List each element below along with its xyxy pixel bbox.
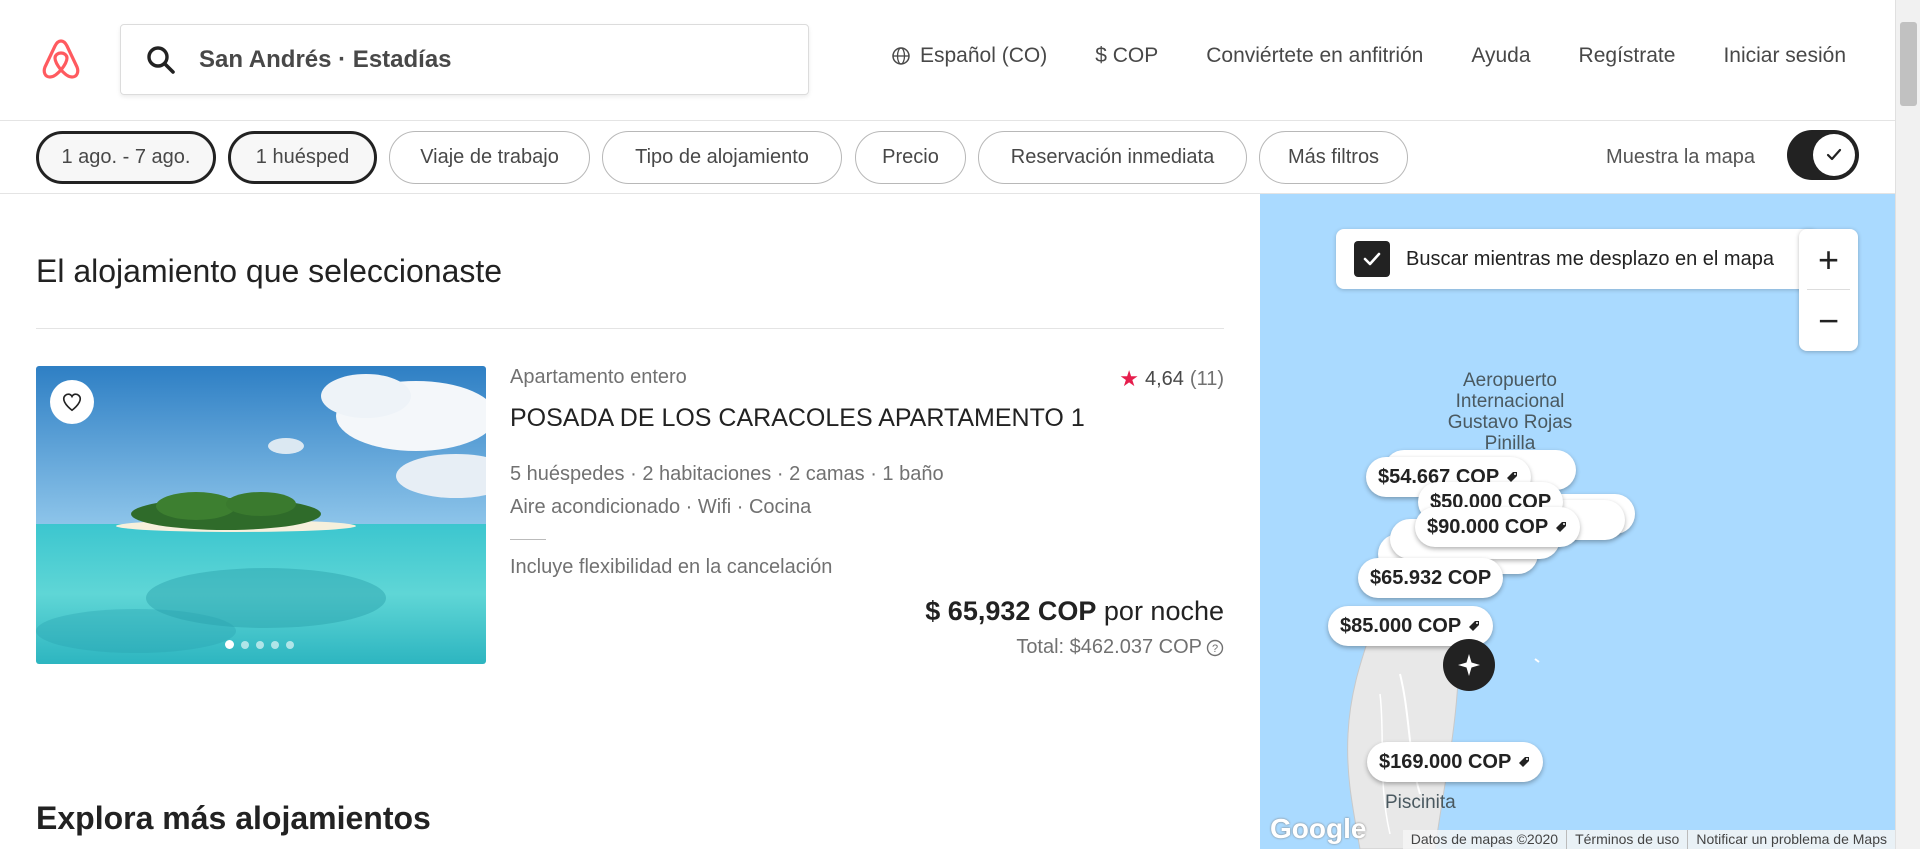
check-icon	[1363, 252, 1381, 266]
filter-price[interactable]: Precio	[855, 131, 966, 184]
tag-icon	[1469, 621, 1480, 631]
map-attribution: Datos de mapas ©2020 Términos de uso Not…	[1402, 830, 1895, 849]
review-count: (11)	[1189, 367, 1224, 390]
photo-dots	[225, 640, 294, 649]
filter-instant-booking[interactable]: Reservación inmediata	[978, 131, 1247, 184]
pin-price: $65.932 COP	[1370, 566, 1492, 589]
listing-panel: El alojamiento que seleccionaste Apartam…	[0, 194, 1260, 849]
zoom-in-button[interactable]: +	[1799, 229, 1858, 290]
airport-label: Aeropuerto Internacional Gustavo Rojas P…	[1447, 370, 1573, 454]
listing-flexibility: Incluye flexibilidad en la cancelación	[510, 556, 833, 578]
pin-price: $85.000 COP	[1340, 614, 1462, 637]
map-terms-link[interactable]: Términos de uso	[1566, 830, 1687, 849]
map-report-link[interactable]: Notificar un problema de Maps	[1687, 830, 1895, 849]
search-while-moving-label: Buscar mientras me desplazo en el mapa	[1406, 247, 1774, 270]
check-icon	[1826, 148, 1842, 161]
map-data-credit: Datos de mapas ©2020	[1410, 831, 1559, 847]
listing-total: Total: $462.037 COP ?	[1016, 636, 1224, 659]
become-host-link[interactable]: Conviértete en anfitrión	[1206, 44, 1423, 68]
photo-dot[interactable]	[256, 640, 264, 649]
tag-icon	[1519, 757, 1530, 767]
star-icon: ★	[1119, 366, 1139, 391]
listing-type: Apartamento entero	[510, 366, 687, 388]
explore-heading: Explora más alojamientos	[36, 800, 431, 836]
favorite-button[interactable]	[50, 380, 94, 424]
place-label: Piscinita	[1385, 792, 1456, 813]
filter-more[interactable]: Más filtros	[1259, 131, 1408, 184]
scrollbar-thumb[interactable]	[1900, 22, 1917, 106]
currency-selector[interactable]: $ COP	[1095, 44, 1158, 68]
question-icon[interactable]: ?	[1206, 639, 1224, 657]
language-selector[interactable]: Español (CO)	[891, 44, 1047, 68]
pin-price: $90.000 COP	[1427, 515, 1549, 538]
page-scrollbar[interactable]	[1895, 0, 1920, 849]
filter-guests[interactable]: 1 huésped	[228, 131, 377, 184]
google-logo: Google	[1270, 813, 1367, 844]
photo-dot[interactable]	[225, 640, 234, 649]
photo-dot[interactable]	[286, 640, 294, 649]
top-nav: Español (CO) $ COP Conviértete en anfitr…	[891, 44, 1846, 68]
listing-price: $ 65,932 COP por noche	[925, 596, 1224, 627]
rating-value: 4,64	[1144, 367, 1184, 390]
listing-capacity: 5 huéspedes · 2 habitaciones · 2 camas ·…	[510, 463, 944, 485]
photo-dot[interactable]	[271, 640, 279, 649]
map-price-pin[interactable]: $169.000 COP	[1367, 742, 1544, 782]
sparkle-icon	[1458, 654, 1480, 676]
listing-photo[interactable]	[36, 366, 486, 664]
signup-link[interactable]: Regístrate	[1579, 44, 1676, 68]
selected-heading: El alojamiento que seleccionaste	[36, 253, 503, 289]
listing-amenities: Aire acondicionado · Wifi · Cocina	[510, 496, 812, 518]
search-while-moving[interactable]: Buscar mientras me desplazo en el mapa	[1336, 229, 1814, 289]
search-bar[interactable]: San Andrés · Estadías	[120, 24, 809, 95]
map-price-pin[interactable]: $90.000 COP	[1415, 507, 1581, 547]
zoom-controls: + −	[1799, 229, 1858, 351]
filter-work-trip[interactable]: Viaje de trabajo	[389, 131, 590, 184]
show-map-toggle[interactable]	[1787, 130, 1859, 180]
filter-bar: 1 ago. - 7 ago. 1 huésped Viaje de traba…	[0, 121, 1895, 194]
zoom-out-button[interactable]: −	[1799, 290, 1858, 351]
short-divider	[510, 539, 546, 540]
toggle-knob	[1813, 134, 1855, 176]
price-amount: $ 65,932 COP	[925, 596, 1097, 626]
login-link[interactable]: Iniciar sesión	[1723, 44, 1846, 68]
globe-icon	[892, 47, 910, 65]
svg-text:?: ?	[1212, 643, 1218, 655]
map-price-pin[interactable]: $65.932 COP	[1358, 558, 1504, 598]
map[interactable]: Buscar mientras me desplazo en el mapa +…	[1260, 194, 1895, 849]
filter-accommodation-type[interactable]: Tipo de alojamiento	[602, 131, 842, 184]
show-map-label: Muestra la mapa	[1606, 146, 1755, 168]
divider	[36, 328, 1224, 329]
language-label: Español (CO)	[919, 44, 1048, 67]
heart-icon	[62, 393, 82, 412]
pin-price: $169.000 COP	[1379, 750, 1512, 773]
search-text[interactable]: San Andrés · Estadías	[199, 46, 452, 74]
listing-photo-image	[36, 366, 486, 664]
price-unit: por noche	[1096, 596, 1224, 626]
photo-dot[interactable]	[241, 640, 249, 649]
help-link[interactable]: Ayuda	[1471, 44, 1530, 68]
selected-listing-pin[interactable]	[1443, 639, 1495, 691]
search-while-moving-checkbox[interactable]	[1354, 241, 1390, 277]
total-amount: Total: $462.037 COP	[1016, 636, 1202, 658]
listing-rating: ★ 4,64 (11)	[1119, 366, 1224, 392]
airbnb-logo[interactable]	[37, 35, 85, 83]
filter-dates[interactable]: 1 ago. - 7 ago.	[36, 131, 216, 184]
header: San Andrés · Estadías Español (CO) $ COP…	[0, 0, 1895, 121]
search-icon	[147, 45, 175, 74]
listing-title[interactable]: POSADA DE LOS CARACOLES APARTAMENTO 1	[510, 404, 1085, 433]
tag-icon	[1556, 522, 1567, 532]
